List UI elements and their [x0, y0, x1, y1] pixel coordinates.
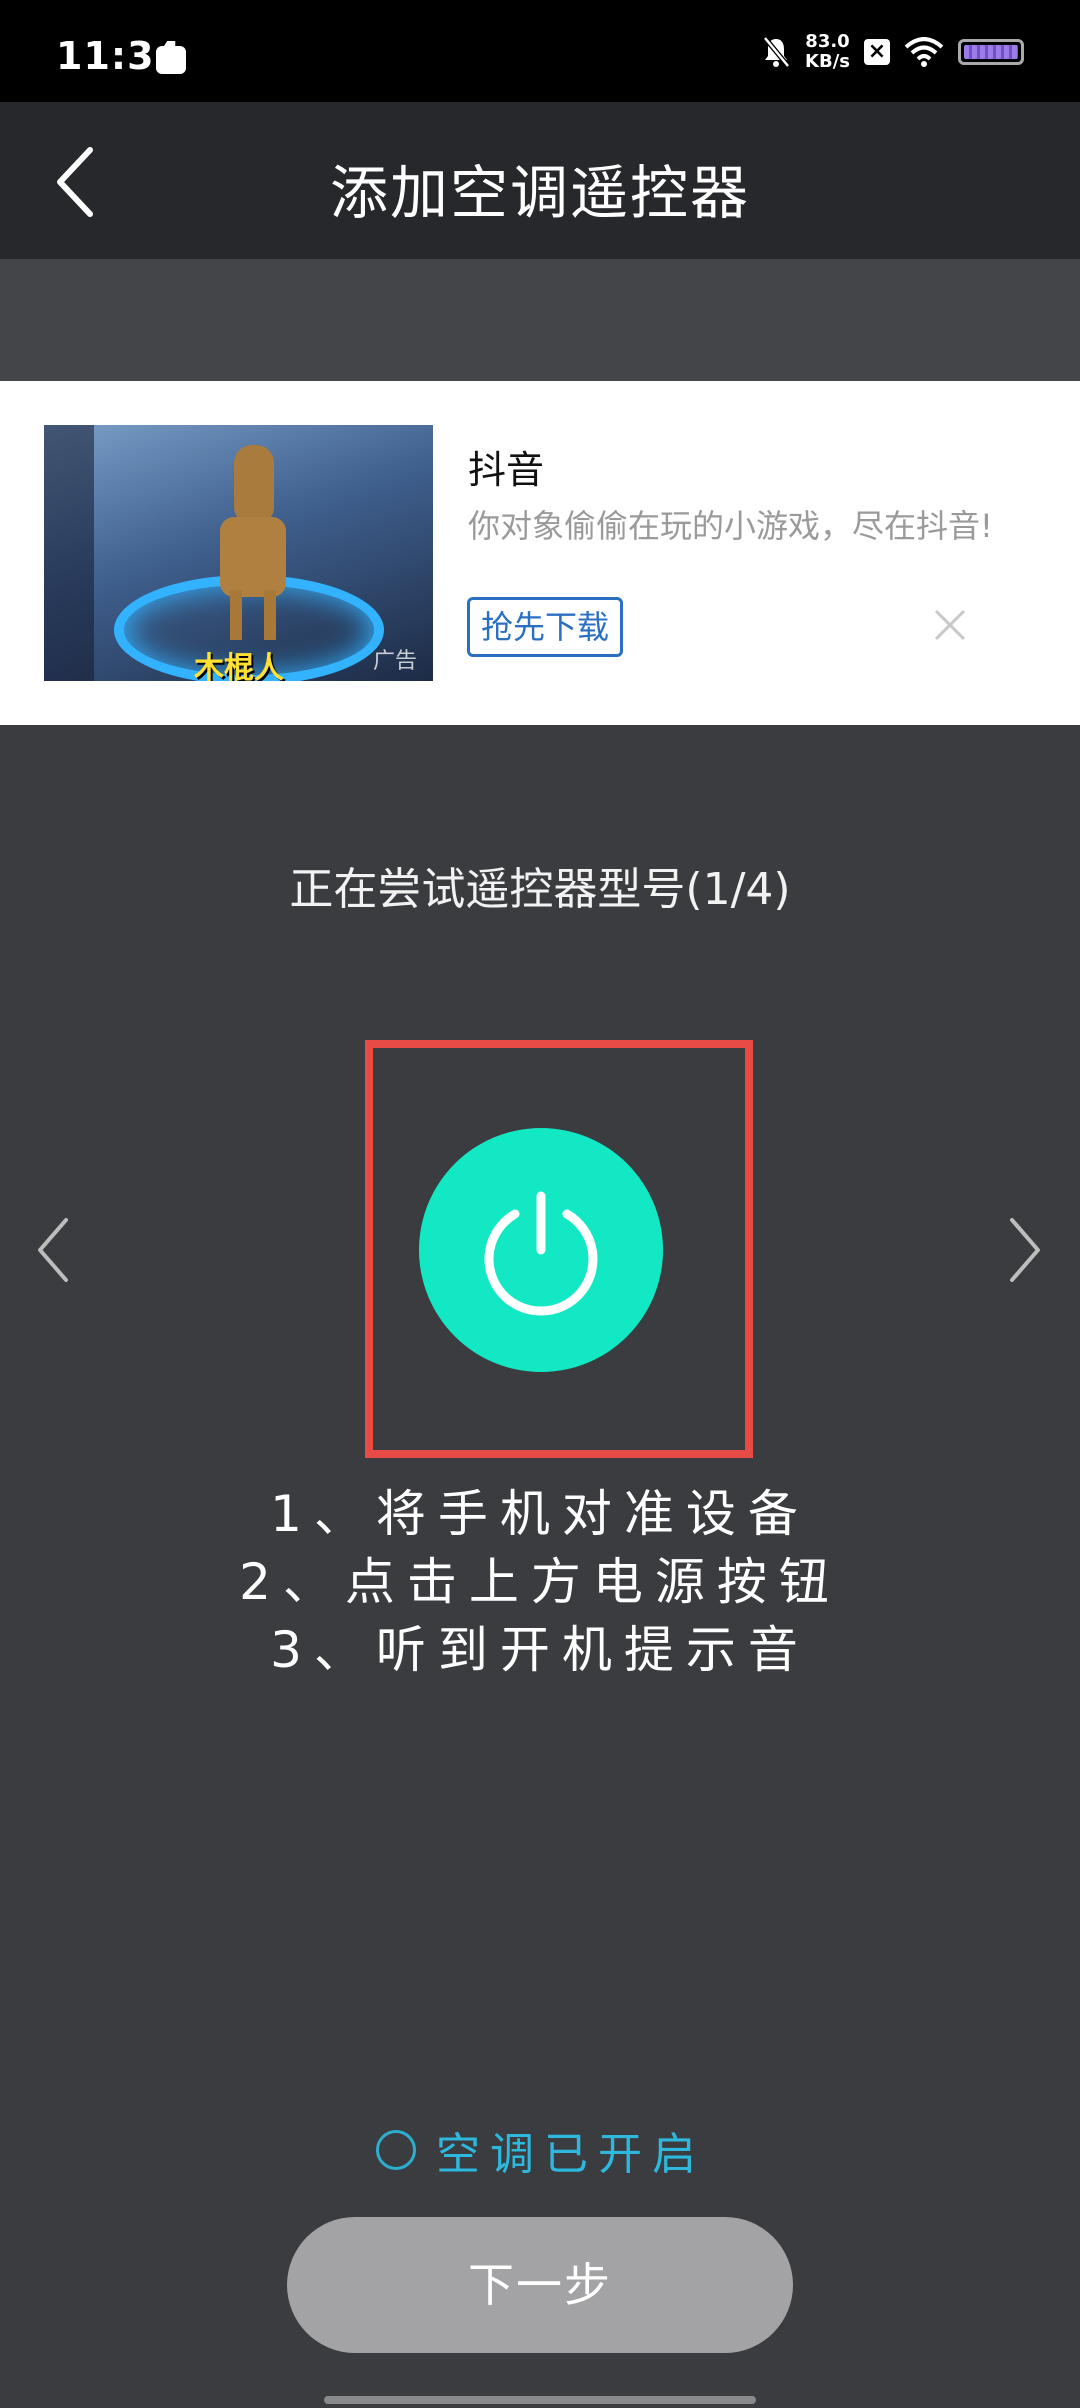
- close-icon[interactable]: [930, 605, 970, 645]
- status-bar: 11:34 83.0 KB/s ×: [0, 0, 1080, 102]
- next-model-button[interactable]: [998, 1210, 1048, 1290]
- bell-off-icon: [763, 36, 790, 68]
- ad-image-figure-body: [220, 517, 286, 597]
- network-speed-value: 83.0: [805, 31, 850, 52]
- page-title: 添加空调遥控器: [329, 159, 750, 227]
- ad-download-button[interactable]: 抢先下载: [467, 597, 623, 657]
- ad-image-figure-legs: [230, 590, 276, 640]
- ad-image-caption: 木棍人: [194, 651, 284, 681]
- ad-image[interactable]: 木棍人 广告: [44, 425, 433, 681]
- home-indicator[interactable]: [324, 2396, 756, 2404]
- ac-on-label: 空调已开启: [436, 2129, 706, 2180]
- app-notification-icon: ×: [864, 39, 890, 65]
- ad-label: 广告: [372, 649, 417, 674]
- ac-on-radio[interactable]: [376, 2130, 416, 2170]
- instruction-step: 3、听到开机提示音: [270, 1621, 810, 1679]
- power-icon: [484, 1191, 598, 1316]
- network-speed-unit: KB/s: [805, 51, 850, 72]
- trying-model-label: 正在尝试遥控器型号(1/4): [289, 864, 791, 915]
- ad-image-side-panel: [44, 425, 94, 681]
- header: 添加空调遥控器: [0, 102, 1080, 259]
- instruction-step: 1、将手机对准设备: [270, 1485, 810, 1543]
- instruction-step: 2、点击上方电源按钮: [239, 1553, 841, 1611]
- ac-on-option[interactable]: 空调已开启: [376, 2118, 706, 2182]
- ad-app-name: 抖音: [468, 448, 545, 492]
- power-button[interactable]: [419, 1128, 663, 1372]
- battery-fill: [964, 45, 1018, 59]
- ad-banner[interactable]: 木棍人 广告 抖音 你对象偷偷在玩的小游戏，尽在抖音! 抢先下载: [0, 381, 1080, 725]
- ad-image-figure-head: [234, 445, 274, 525]
- network-speed: 83.0 KB/s: [805, 32, 850, 72]
- wifi-icon: [904, 37, 944, 67]
- status-icons: 83.0 KB/s ×: [761, 30, 1024, 74]
- ad-description: 你对象偷偷在玩的小游戏，尽在抖音!: [468, 507, 993, 545]
- next-step-button[interactable]: 下一步: [287, 2217, 793, 2353]
- message-icon: [156, 46, 186, 74]
- prev-model-button[interactable]: [30, 1210, 80, 1290]
- spacer-strip: [0, 259, 1080, 381]
- battery-icon: [958, 39, 1024, 65]
- instruction-steps: 1、将手机对准设备 2、点击上方电源按钮 3、听到开机提示音: [0, 1480, 1080, 1684]
